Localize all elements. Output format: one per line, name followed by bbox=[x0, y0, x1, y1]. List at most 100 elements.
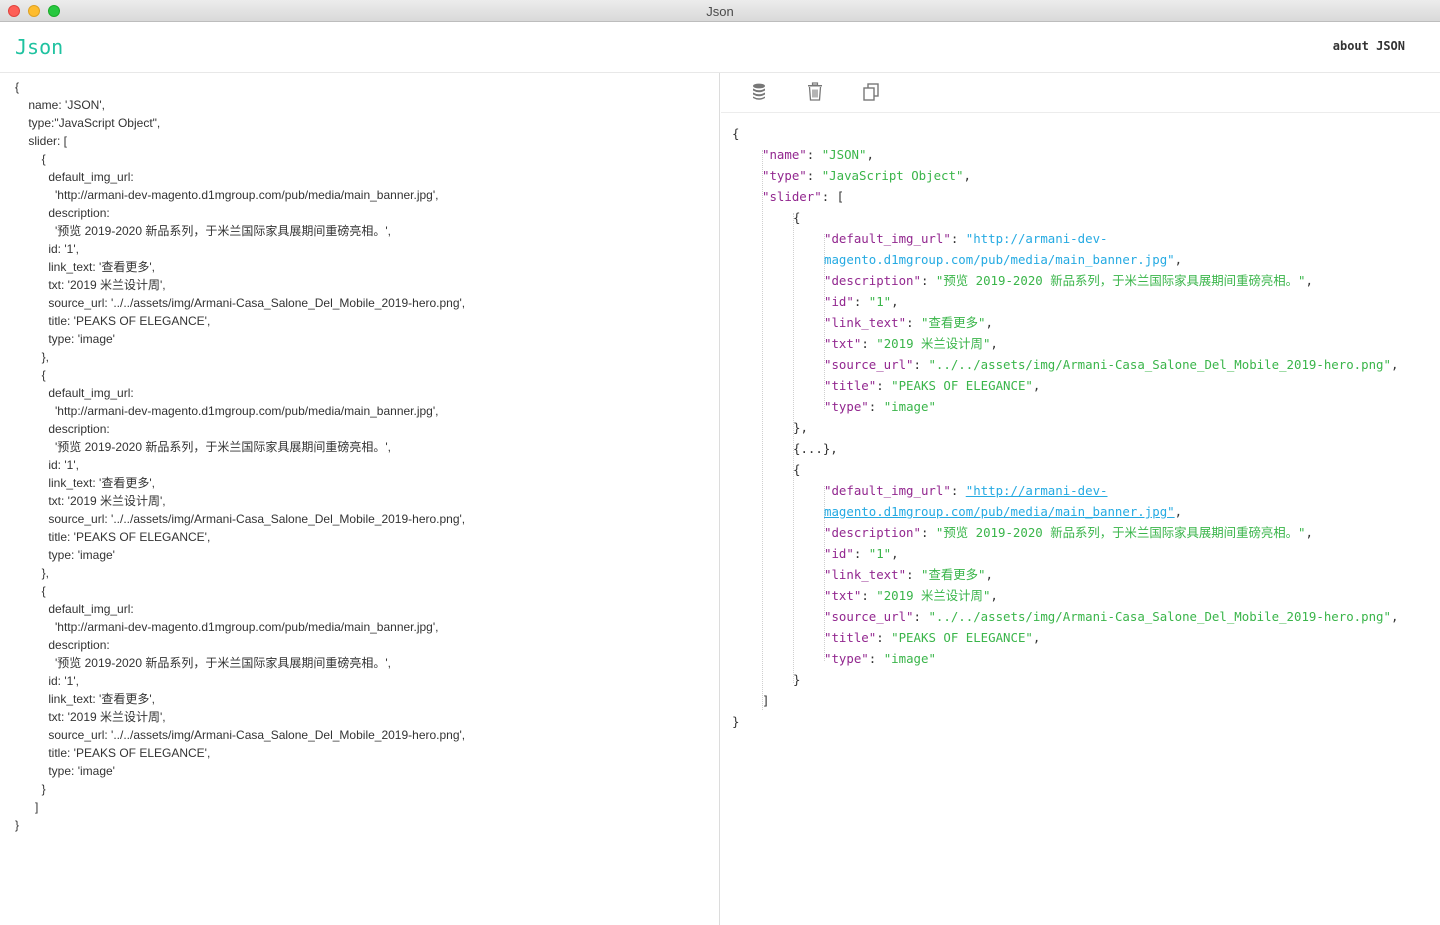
viewer-line: { bbox=[793, 459, 800, 480]
editor-line: type: 'image' bbox=[15, 332, 115, 346]
viewer-line: "txt": "2019 米兰设计周", bbox=[824, 588, 998, 603]
viewer-line: { bbox=[732, 123, 739, 144]
json-url-link[interactable]: magento.d1mgroup.com/pub/media/main_bann… bbox=[824, 252, 1175, 267]
json-key: "link_text" bbox=[824, 315, 907, 330]
editor-line: } bbox=[15, 782, 46, 796]
viewer-line: "slider": [ bbox=[762, 189, 845, 204]
about-json-link[interactable]: about JSON bbox=[1333, 39, 1405, 53]
json-url-link[interactable]: magento.d1mgroup.com/pub/media/main_bann… bbox=[824, 504, 1175, 519]
viewer-line: "title": "PEAKS OF ELEGANCE", bbox=[824, 378, 1041, 393]
json-bracket: [ bbox=[836, 189, 845, 204]
editor-line: title: 'PEAKS OF ELEGANCE', bbox=[15, 746, 211, 760]
copy-icon[interactable] bbox=[862, 82, 882, 102]
editor-line: name: 'JSON', bbox=[15, 98, 105, 112]
json-key: "txt" bbox=[824, 588, 862, 603]
viewer-line: "description": "预览 2019-2020 新品系列，于米兰国际家… bbox=[824, 273, 1313, 288]
json-brace: { bbox=[732, 126, 740, 141]
editor-line: slider: [ bbox=[15, 134, 68, 148]
editor-line: link_text: '查看更多', bbox=[15, 260, 155, 274]
editor-line: { bbox=[15, 368, 46, 382]
viewer-line: "link_text": "查看更多", bbox=[824, 567, 993, 582]
app-logo: Json bbox=[15, 35, 64, 59]
json-key: "title" bbox=[824, 630, 877, 645]
json-brace: { bbox=[793, 210, 801, 225]
json-key: "title" bbox=[824, 378, 877, 393]
editor-line: id: '1', bbox=[15, 674, 79, 688]
viewer-line: "link_text": "查看更多", bbox=[824, 315, 993, 330]
json-string: "image" bbox=[883, 651, 936, 666]
viewer-line: }, bbox=[793, 417, 808, 438]
json-key: "type" bbox=[762, 168, 807, 183]
json-url-link[interactable]: "http://armani-dev- bbox=[966, 483, 1108, 498]
editor-line: txt: '2019 米兰设计周', bbox=[15, 278, 166, 292]
json-string: "PEAKS OF ELEGANCE" bbox=[891, 630, 1033, 645]
viewer-line: { bbox=[793, 207, 800, 228]
collapsed-object-toggle[interactable]: {...}, bbox=[793, 441, 838, 456]
viewer-line: magento.d1mgroup.com/pub/media/main_bann… bbox=[824, 504, 1183, 519]
trash-icon[interactable] bbox=[806, 82, 826, 102]
json-key: "id" bbox=[824, 546, 854, 561]
json-string: "image" bbox=[883, 399, 936, 414]
editor-line: }, bbox=[15, 350, 50, 364]
json-brace: }, bbox=[793, 420, 808, 435]
json-string: "PEAKS OF ELEGANCE" bbox=[891, 378, 1033, 393]
editor-line: default_img_url: bbox=[15, 170, 134, 184]
json-string: "查看更多" bbox=[920, 315, 986, 330]
editor-line: source_url: '../../assets/img/Armani-Cas… bbox=[15, 728, 466, 742]
viewer-line: ] bbox=[762, 690, 769, 711]
json-string: "1" bbox=[868, 546, 892, 561]
editor-line: '预览 2019-2020 新品系列，于米兰国际家具展期间重磅亮相。', bbox=[15, 224, 391, 238]
json-string: "1" bbox=[868, 294, 892, 309]
editor-line: '预览 2019-2020 新品系列，于米兰国际家具展期间重磅亮相。', bbox=[15, 440, 391, 454]
viewer-line: "type": "image" bbox=[824, 651, 936, 666]
window-title: Json bbox=[706, 4, 734, 19]
json-string: "JavaScript Object" bbox=[821, 168, 964, 183]
indent-guide bbox=[762, 150, 763, 710]
editor-line: title: 'PEAKS OF ELEGANCE', bbox=[15, 530, 211, 544]
viewer-line: "id": "1", bbox=[824, 294, 899, 309]
viewer-line: "default_img_url": "http://armani-dev- bbox=[824, 483, 1108, 498]
editor-line: 'http://armani-dev-magento.d1mgroup.com/… bbox=[15, 188, 439, 202]
viewer-line: "id": "1", bbox=[824, 546, 899, 561]
json-brace: } bbox=[793, 672, 801, 687]
editor-line: id: '1', bbox=[15, 242, 79, 256]
json-key: "type" bbox=[824, 651, 869, 666]
editor-line: 'http://armani-dev-magento.d1mgroup.com/… bbox=[15, 404, 439, 418]
editor-line: txt: '2019 米兰设计周', bbox=[15, 710, 166, 724]
viewer-line: } bbox=[732, 711, 739, 732]
viewer-line: } bbox=[793, 669, 800, 690]
json-bracket: ] bbox=[762, 693, 770, 708]
json-viewer: { "name": "JSON", "type": "JavaScript Obje… bbox=[721, 73, 1440, 925]
json-string: "2019 米兰设计周" bbox=[876, 336, 991, 351]
editor-line: type:"JavaScript Object", bbox=[15, 116, 161, 130]
json-url-link[interactable]: "http://armani-dev- bbox=[966, 231, 1108, 246]
editor-line: title: 'PEAKS OF ELEGANCE', bbox=[15, 314, 211, 328]
viewer-line: "txt": "2019 米兰设计周", bbox=[824, 336, 998, 351]
editor-line: }, bbox=[15, 566, 50, 580]
json-string: "../../assets/img/Armani-Casa_Salone_Del… bbox=[928, 609, 1391, 624]
json-key: "source_url" bbox=[824, 357, 914, 372]
editor-line: source_url: '../../assets/img/Armani-Cas… bbox=[15, 296, 466, 310]
viewer-line: "type": "JavaScript Object", bbox=[762, 168, 971, 183]
json-key: "default_img_url" bbox=[824, 483, 951, 498]
json-input-editor[interactable]: { name: 'JSON', type:"JavaScript Object"… bbox=[0, 73, 720, 925]
editor-line: type: 'image' bbox=[15, 764, 115, 778]
editor-line: id: '1', bbox=[15, 458, 79, 472]
editor-line: source_url: '../../assets/img/Armani-Cas… bbox=[15, 512, 466, 526]
editor-line: ] bbox=[15, 800, 39, 814]
json-brace: } bbox=[732, 714, 740, 729]
editor-line: 'http://armani-dev-magento.d1mgroup.com/… bbox=[15, 620, 439, 634]
json-key: "default_img_url" bbox=[824, 231, 951, 246]
json-string: "查看更多" bbox=[920, 567, 986, 582]
json-string: "预览 2019-2020 新品系列，于米兰国际家具展期间重磅亮相。" bbox=[935, 273, 1306, 288]
viewer-toolbar bbox=[721, 73, 1440, 113]
json-string: "JSON" bbox=[821, 147, 867, 162]
viewer-line: "title": "PEAKS OF ELEGANCE", bbox=[824, 630, 1041, 645]
viewer-line: "name": "JSON", bbox=[762, 147, 874, 162]
editor-line: { bbox=[15, 584, 46, 598]
json-string: "预览 2019-2020 新品系列，于米兰国际家具展期间重磅亮相。" bbox=[935, 525, 1306, 540]
database-icon[interactable] bbox=[750, 82, 770, 102]
editor-line: default_img_url: bbox=[15, 386, 134, 400]
editor-line: description: bbox=[15, 206, 110, 220]
editor-line: { bbox=[15, 152, 46, 166]
